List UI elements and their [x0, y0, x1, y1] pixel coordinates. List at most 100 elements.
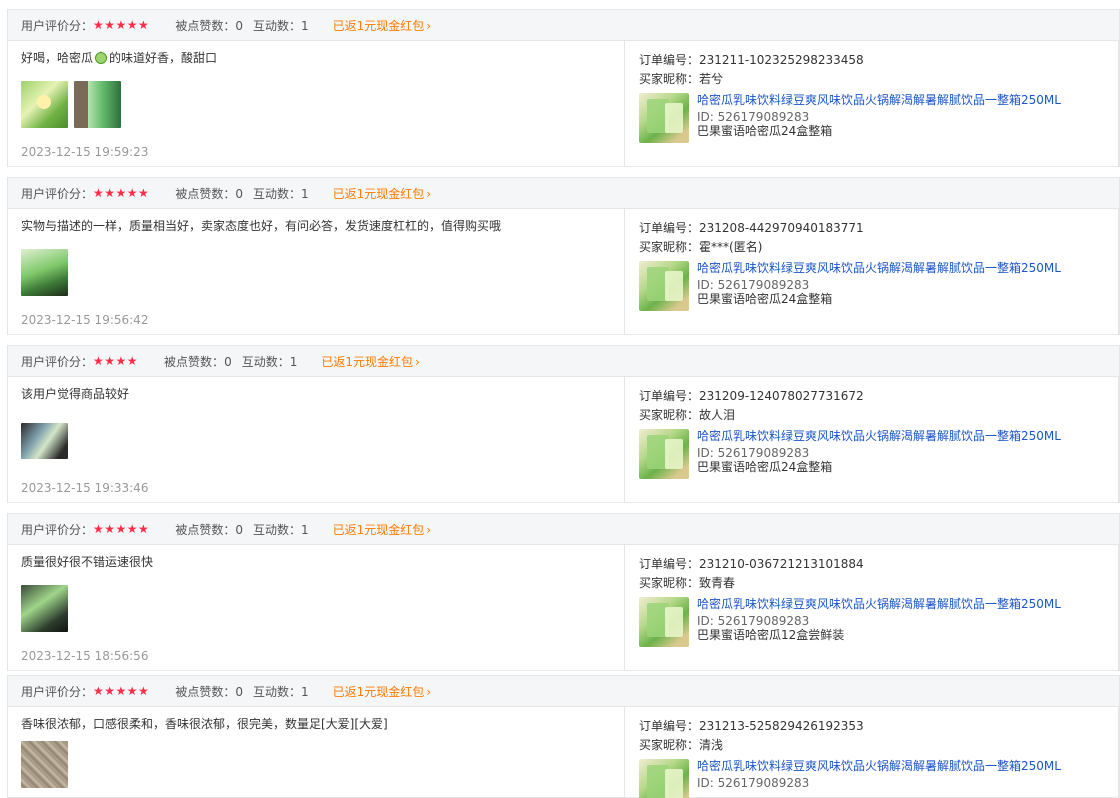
order-number-value: 231209-124078027731672: [699, 389, 864, 403]
rating-label: 用户评价分：: [21, 684, 94, 699]
product-id: ID: 526179089283: [697, 614, 810, 628]
interactions-value: 1: [300, 522, 309, 537]
product-title-link[interactable]: 哈密瓜乳味饮料绿豆爽风味饮品火锅解渴解暑解腻饮品一整箱250ML: [697, 93, 1061, 108]
product-title-link[interactable]: 哈密瓜乳味饮料绿豆爽风味饮品火锅解渴解暑解腻饮品一整箱250ML: [697, 597, 1061, 612]
review-comment: 质量很好很不错运速很快: [21, 555, 154, 569]
product-id: ID: 526179089283: [697, 278, 810, 292]
likes-label: 被点赞数：: [175, 522, 236, 537]
interactions-label: 互动数：: [252, 522, 301, 537]
review-photo[interactable]: [21, 249, 68, 296]
divider: [1118, 41, 1119, 166]
product-title-link[interactable]: 哈密瓜乳味饮料绿豆爽风味饮品火锅解渴解暑解腻饮品一整箱250ML: [697, 429, 1061, 444]
product-thumbnail[interactable]: [639, 429, 689, 479]
review-photos: [21, 741, 68, 788]
product-sku: 巴果蜜语哈密瓜24盒整箱: [697, 124, 833, 138]
cash-bonus-link[interactable]: 已返1元现金红包 ›: [333, 17, 431, 34]
review-header: 用户评价分： ★★★★★ 被点赞数：0 互动数：1 已返1元现金红包 ›: [7, 177, 1120, 209]
cash-bonus-link[interactable]: 已返1元现金红包 ›: [333, 521, 431, 538]
order-number-value: 231213-525829426192353: [699, 719, 864, 733]
order-info: 订单编号：231209-124078027731672 买家昵称：故人泪 哈密瓜…: [625, 377, 1119, 502]
order-number: 订单编号：231209-124078027731672: [639, 387, 1119, 406]
divider: [1118, 209, 1119, 334]
cash-bonus-link[interactable]: 已返1元现金红包 ›: [333, 683, 431, 700]
product-sku: 巴果蜜语哈密瓜24盒整箱: [697, 292, 833, 306]
chevron-right-icon: ›: [426, 18, 432, 33]
order-info: 订单编号：231210-036721213101884 买家昵称：致青春 哈密瓜…: [625, 545, 1119, 670]
review-header: 用户评价分： ★★★★ 被点赞数：0 互动数：1 已返1元现金红包 ›: [7, 345, 1120, 377]
buyer-name: 买家昵称：清浅: [639, 736, 1119, 755]
product-summary: 哈密瓜乳味饮料绿豆爽风味饮品火锅解渴解暑解腻饮品一整箱250ML ID: 526…: [639, 759, 1061, 798]
bonus-label: 已返1元现金红包: [332, 522, 425, 537]
rating-stars: ★★★★★: [93, 186, 150, 200]
review-photo[interactable]: [21, 741, 68, 788]
product-thumbnail[interactable]: [639, 261, 689, 311]
interactions-value: 1: [289, 354, 298, 369]
order-number-value: 231211-102325298233458: [699, 53, 864, 67]
product-title-link[interactable]: 哈密瓜乳味饮料绿豆爽风味饮品火锅解渴解暑解腻饮品一整箱250ML: [697, 261, 1061, 276]
rating-label: 用户评价分：: [21, 18, 94, 33]
likes-value: 0: [235, 186, 243, 201]
review-body: 质量很好很不错运速很快 2023-12-15 18:56:56 订单编号：231…: [7, 545, 1120, 671]
review-photo[interactable]: [21, 81, 68, 128]
bonus-label: 已返1元现金红包: [332, 18, 425, 33]
likes-value: 0: [235, 684, 243, 699]
product-info: 哈密瓜乳味饮料绿豆爽风味饮品火锅解渴解暑解腻饮品一整箱250ML ID: 526…: [697, 759, 1061, 798]
buyer-label: 买家昵称：: [639, 72, 700, 86]
product-id: ID: 526179089283: [697, 446, 810, 460]
bonus-label: 已返1元现金红包: [321, 354, 413, 369]
likes-count: 被点赞数：0: [164, 353, 232, 370]
review-comment: 好喝，哈密瓜 的味道好香，酸甜口: [21, 51, 624, 65]
product-summary: 哈密瓜乳味饮料绿豆爽风味饮品火锅解渴解暑解腻饮品一整箱250ML ID: 526…: [639, 93, 1061, 143]
buyer-name: 买家昵称：故人泪: [639, 406, 1119, 425]
rating-label: 用户评价分：: [21, 186, 94, 201]
divider: [1118, 707, 1119, 797]
order-number-label: 订单编号：: [639, 53, 700, 67]
review-photo[interactable]: [21, 585, 68, 632]
rating-label: 用户评价分：: [21, 354, 94, 369]
interactions-count: 互动数：1: [253, 185, 309, 202]
review-photo[interactable]: [74, 81, 121, 128]
interactions-label: 互动数：: [252, 684, 301, 699]
product-title-link[interactable]: 哈密瓜乳味饮料绿豆爽风味饮品火锅解渴解暑解腻饮品一整箱250ML: [697, 759, 1061, 774]
divider: [1118, 377, 1119, 502]
buyer-label: 买家昵称：: [639, 576, 700, 590]
order-number-label: 订单编号：: [639, 221, 700, 235]
review-card: 用户评价分： ★★★★ 被点赞数：0 互动数：1 已返1元现金红包 › 该用户觉得…: [7, 345, 1120, 503]
order-info: 订单编号：231213-525829426192353 买家昵称：清浅 哈密瓜乳…: [625, 707, 1119, 798]
review-header: 用户评价分： ★★★★★ 被点赞数：0 互动数：1 已返1元现金红包 ›: [7, 9, 1120, 41]
rating-stars: ★★★★: [93, 354, 139, 368]
cash-bonus-link[interactable]: 已返1元现金红包 ›: [321, 353, 419, 370]
review-content: 好喝，哈密瓜 的味道好香，酸甜口 2023-12-15 19:59:23: [8, 41, 625, 166]
likes-count: 被点赞数：0: [175, 17, 243, 34]
product-summary: 哈密瓜乳味饮料绿豆爽风味饮品火锅解渴解暑解腻饮品一整箱250ML ID: 526…: [639, 429, 1061, 479]
order-number-value: 231210-036721213101884: [699, 557, 864, 571]
likes-value: 0: [224, 354, 232, 369]
rating-stars: ★★★★★: [93, 522, 150, 536]
review-header: 用户评价分： ★★★★★ 被点赞数：0 互动数：1 已返1元现金红包 ›: [7, 675, 1120, 707]
product-info: 哈密瓜乳味饮料绿豆爽风味饮品火锅解渴解暑解腻饮品一整箱250ML ID: 526…: [697, 261, 1061, 311]
comment-text-before: 好喝，哈密瓜: [21, 51, 94, 65]
divider: [1118, 545, 1119, 670]
product-thumbnail[interactable]: [639, 597, 689, 647]
buyer-name: 买家昵称：霍***(匿名): [639, 238, 1119, 257]
buyer-name: 买家昵称：致青春: [639, 574, 1119, 593]
product-thumbnail[interactable]: [639, 93, 689, 143]
review-comment: 香味很浓郁，口感很柔和，香味很浓郁，很完美，数量足[大爱][大爱]: [21, 717, 388, 731]
chevron-right-icon: ›: [415, 354, 420, 369]
cash-bonus-link[interactable]: 已返1元现金红包 ›: [333, 185, 431, 202]
buyer-name: 买家昵称：若兮: [639, 70, 1119, 89]
review-photos: [21, 249, 68, 296]
review-content: 该用户觉得商品较好 2023-12-15 19:33:46: [8, 377, 625, 502]
review-card: 用户评价分： ★★★★★ 被点赞数：0 互动数：1 已返1元现金红包 › 实物与描…: [7, 177, 1120, 335]
interactions-count: 互动数：1: [253, 17, 309, 34]
interactions-label: 互动数：: [252, 186, 301, 201]
review-content: 实物与描述的一样，质量相当好，卖家态度也好，有问必答，发货速度杠杠的，值得购买哦…: [8, 209, 625, 334]
product-thumbnail[interactable]: [639, 759, 689, 798]
product-summary: 哈密瓜乳味饮料绿豆爽风味饮品火锅解渴解暑解腻饮品一整箱250ML ID: 526…: [639, 597, 1061, 647]
likes-label: 被点赞数：: [175, 18, 236, 33]
order-number: 订单编号：231210-036721213101884: [639, 555, 1119, 574]
review-photo[interactable]: [21, 423, 68, 459]
review-photos: [21, 81, 121, 128]
product-id: ID: 526179089283: [697, 776, 810, 790]
rating-stars: ★★★★★: [93, 18, 150, 32]
